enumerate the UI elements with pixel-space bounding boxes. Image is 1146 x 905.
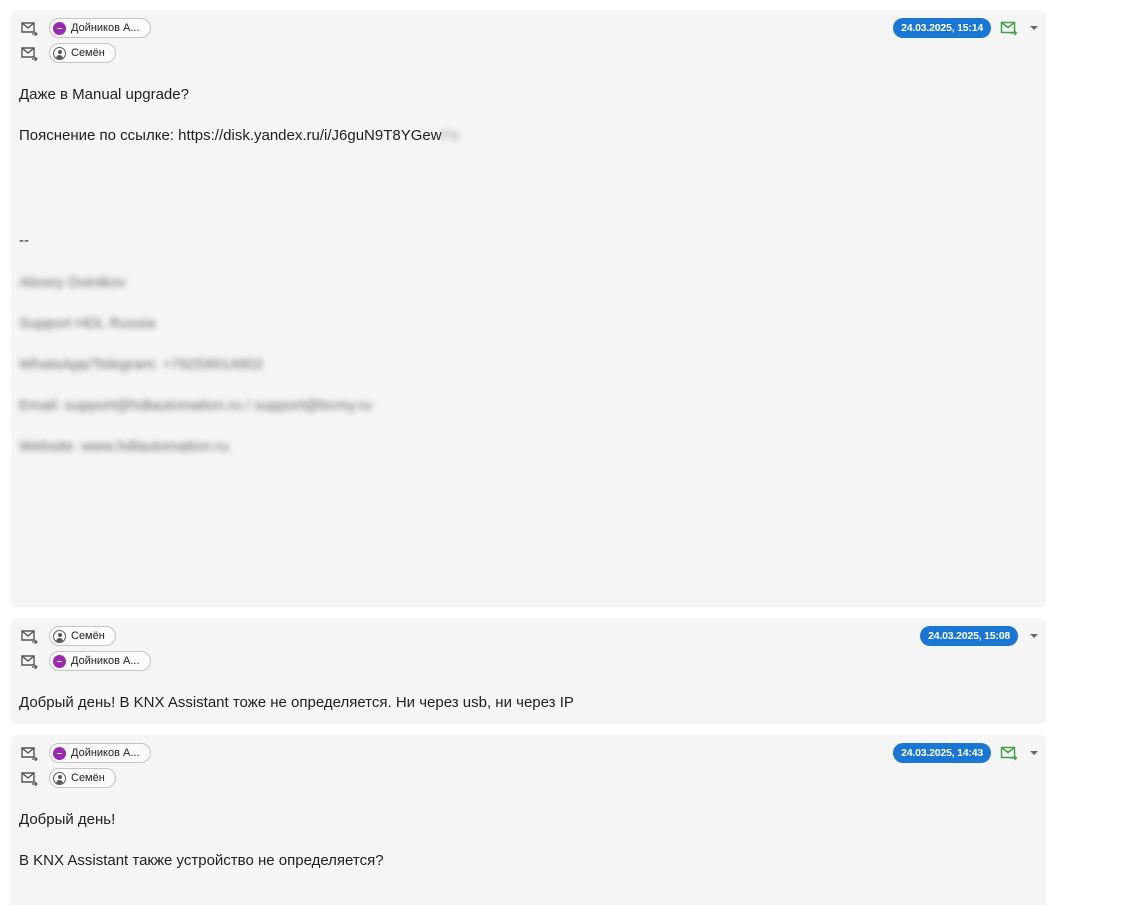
sender-row: Семён — [20, 625, 116, 647]
avatar — [53, 771, 66, 785]
sender-row: Дойников А... — [20, 742, 151, 764]
avatar — [53, 21, 66, 35]
date-badge: 24.03.2025, 14:43 — [893, 743, 991, 763]
link-tail: Fe — [441, 127, 460, 144]
message-card: Дойников А... Семён 24.03.2025, 15:14 Да… — [11, 10, 1046, 607]
caret-down-icon[interactable] — [1030, 751, 1038, 755]
caret-down-icon[interactable] — [1030, 26, 1038, 30]
recipient-name: Семён — [71, 47, 105, 59]
avatar — [53, 654, 66, 668]
mail-sent-icon — [1000, 745, 1018, 761]
mail-direction-icon — [20, 20, 38, 36]
signature-line: Email: support@hdlautomation.ru / suppor… — [19, 397, 372, 414]
message-link-line: Пояснение по ссылке: https://disk.yandex… — [19, 127, 459, 144]
mail-direction-icon — [20, 770, 38, 786]
recipient-name: Семён — [71, 772, 105, 784]
recipient-row: Дойников А... — [20, 650, 151, 672]
sender-chip[interactable]: Семён — [49, 626, 116, 646]
recipient-chip[interactable]: Семён — [49, 43, 116, 63]
recipient-name: Дойников А... — [71, 655, 140, 667]
signature-line: Support HDL Russia — [19, 315, 156, 332]
signature-line: WhatsApp/Telegram: +79259914902 — [19, 356, 263, 373]
recipient-chip[interactable]: Дойников А... — [49, 651, 151, 671]
avatar — [53, 746, 66, 760]
mail-sent-icon — [1000, 20, 1018, 36]
date-badge: 24.03.2025, 15:14 — [893, 18, 991, 38]
sender-chip[interactable]: Дойников А... — [49, 18, 151, 38]
mail-direction-icon — [20, 628, 38, 644]
message-meta: 24.03.2025, 15:08 — [920, 625, 1038, 647]
avatar — [53, 629, 66, 643]
mail-direction-icon — [20, 45, 38, 61]
avatar — [53, 46, 66, 60]
caret-down-icon[interactable] — [1030, 634, 1038, 638]
sender-row: Дойников А... — [20, 17, 151, 39]
message-text: Добрый день! В KNX Assistant тоже не опр… — [19, 694, 574, 711]
message-card: Дойников А... Семён 24.03.2025, 14:43 До… — [11, 735, 1046, 905]
recipient-chip[interactable]: Семён — [49, 768, 116, 788]
message-text: Даже в Manual upgrade? — [19, 86, 189, 103]
recipient-row: Семён — [20, 767, 116, 789]
mail-direction-icon — [20, 653, 38, 669]
message-meta: 24.03.2025, 15:14 — [893, 17, 1038, 39]
mail-direction-icon — [20, 745, 38, 761]
sender-name: Дойников А... — [71, 22, 140, 34]
link-text[interactable]: Пояснение по ссылке: https://disk.yandex… — [19, 127, 442, 144]
sender-name: Семён — [71, 630, 105, 642]
sender-name: Дойников А... — [71, 747, 140, 759]
recipient-row: Семён — [20, 42, 116, 64]
signature-line: Website: www.hdlautomation.ru — [19, 438, 229, 455]
message-card: Семён Дойников А... 24.03.2025, 15:08 До… — [11, 618, 1046, 724]
message-text: Добрый день! — [19, 811, 116, 828]
message-text: В KNX Assistant также устройство не опре… — [19, 852, 384, 869]
signature-separator: -- — [19, 232, 29, 249]
date-badge: 24.03.2025, 15:08 — [920, 626, 1018, 646]
message-meta: 24.03.2025, 14:43 — [893, 742, 1038, 764]
sender-chip[interactable]: Дойников А... — [49, 743, 151, 763]
signature-line: Alexey Doinikov — [19, 274, 126, 291]
